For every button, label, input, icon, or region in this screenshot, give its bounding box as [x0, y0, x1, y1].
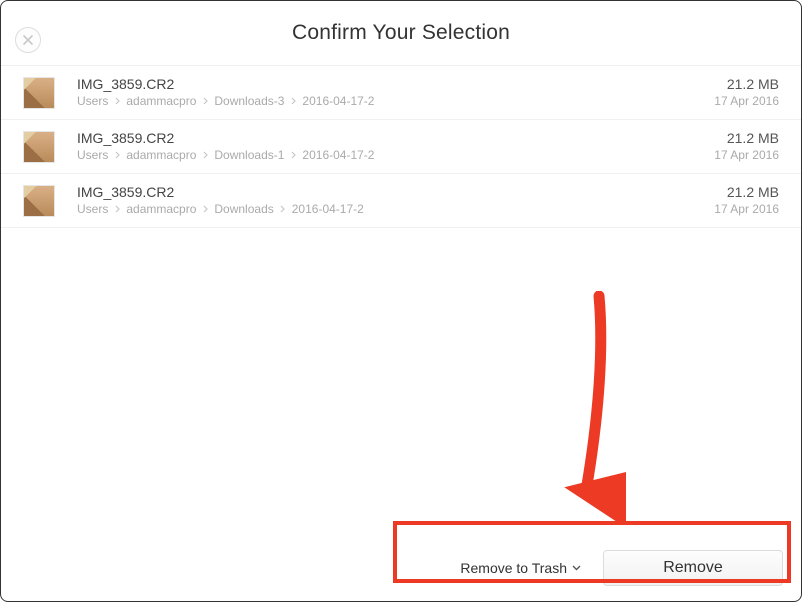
breadcrumb-segment: Downloads-1 [214, 147, 284, 163]
breadcrumb: Users adammacpro Downloads-3 2016-04-17-… [77, 93, 714, 109]
chevron-right-icon [290, 98, 296, 104]
file-meta: IMG_3859.CR2 Users adammacpro Downloads-… [77, 130, 714, 163]
thumbnail-icon [23, 77, 55, 109]
file-right: 21.2 MB 17 Apr 2016 [714, 130, 779, 163]
chevron-right-icon [202, 152, 208, 158]
file-size: 21.2 MB [714, 76, 779, 93]
file-right: 21.2 MB 17 Apr 2016 [714, 76, 779, 109]
file-date: 17 Apr 2016 [714, 93, 779, 109]
remove-mode-label: Remove to Trash [460, 560, 567, 576]
file-name: IMG_3859.CR2 [77, 76, 714, 93]
dialog-header: Confirm Your Selection [1, 1, 801, 66]
breadcrumb: Users adammacpro Downloads-1 2016-04-17-… [77, 147, 714, 163]
chevron-right-icon [114, 206, 120, 212]
chevron-right-icon [114, 152, 120, 158]
file-date: 17 Apr 2016 [714, 201, 779, 217]
breadcrumb-segment: adammacpro [126, 201, 196, 217]
dialog-footer: Remove to Trash Remove [1, 535, 801, 601]
list-item[interactable]: IMG_3859.CR2 Users adammacpro Downloads-… [1, 120, 801, 174]
breadcrumb-segment: 2016-04-17-2 [302, 93, 374, 109]
breadcrumb-segment: Downloads [214, 201, 273, 217]
thumbnail-icon [23, 185, 55, 217]
file-name: IMG_3859.CR2 [77, 130, 714, 147]
file-size: 21.2 MB [714, 184, 779, 201]
list-item[interactable]: IMG_3859.CR2 Users adammacpro Downloads-… [1, 66, 801, 120]
breadcrumb-segment: Downloads-3 [214, 93, 284, 109]
breadcrumb-segment: 2016-04-17-2 [302, 147, 374, 163]
action-group: Remove to Trash Remove [460, 550, 783, 586]
breadcrumb-segment: Users [77, 93, 108, 109]
chevron-right-icon [290, 152, 296, 158]
file-meta: IMG_3859.CR2 Users adammacpro Downloads … [77, 184, 714, 217]
breadcrumb-segment: 2016-04-17-2 [292, 201, 364, 217]
file-right: 21.2 MB 17 Apr 2016 [714, 184, 779, 217]
file-meta: IMG_3859.CR2 Users adammacpro Downloads-… [77, 76, 714, 109]
close-button[interactable] [15, 27, 41, 53]
list-item[interactable]: IMG_3859.CR2 Users adammacpro Downloads … [1, 174, 801, 228]
breadcrumb-segment: adammacpro [126, 147, 196, 163]
chevron-right-icon [202, 98, 208, 104]
file-name: IMG_3859.CR2 [77, 184, 714, 201]
close-icon [22, 34, 34, 46]
file-date: 17 Apr 2016 [714, 147, 779, 163]
breadcrumb-segment: adammacpro [126, 93, 196, 109]
remove-mode-dropdown[interactable]: Remove to Trash [460, 560, 581, 576]
chevron-right-icon [114, 98, 120, 104]
file-size: 21.2 MB [714, 130, 779, 147]
dialog-window: Confirm Your Selection IMG_3859.CR2 User… [0, 0, 802, 602]
file-list: IMG_3859.CR2 Users adammacpro Downloads-… [1, 66, 801, 535]
chevron-right-icon [280, 206, 286, 212]
dialog-title: Confirm Your Selection [292, 21, 510, 45]
breadcrumb-segment: Users [77, 201, 108, 217]
chevron-right-icon [202, 206, 208, 212]
breadcrumb-segment: Users [77, 147, 108, 163]
breadcrumb: Users adammacpro Downloads 2016-04-17-2 [77, 201, 714, 217]
thumbnail-icon [23, 131, 55, 163]
remove-button[interactable]: Remove [603, 550, 783, 586]
chevron-down-icon [572, 565, 581, 571]
